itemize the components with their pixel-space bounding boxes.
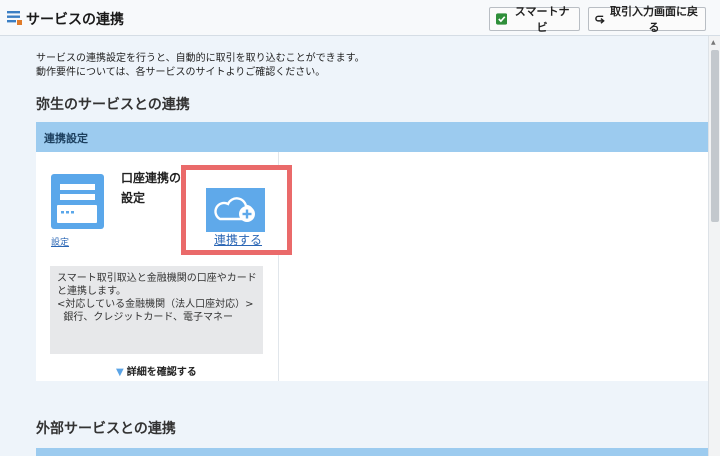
back-to-entry-button[interactable]: 取引入力画面に戻る (588, 5, 706, 34)
bank-card-icon (51, 174, 104, 229)
smart-navi-label: スマートナビ (514, 5, 570, 34)
detail-link[interactable]: ▼ 詳細を確認する (116, 363, 197, 378)
connect-link[interactable]: 連携する (214, 231, 262, 248)
scrollbar[interactable]: ▲ (708, 36, 720, 456)
app-list-icon (7, 11, 22, 25)
cloud-plus-icon[interactable] (206, 188, 265, 232)
triangle-down-icon: ▼ (116, 367, 124, 378)
smart-navi-button[interactable]: スマートナビ (489, 5, 580, 34)
panel-header: 連携設定 (36, 122, 708, 152)
description-line: 銀行、クレジットカード、電子マネー (57, 312, 233, 323)
card-description: スマート取引取込と金融機関の口座やカード と連携します。 <対応している金融機関… (50, 266, 263, 354)
title-bar: サービスの連携 スマートナビ 取引入力画面に戻る (0, 0, 720, 36)
checkmark-icon (496, 13, 508, 25)
external-services-title: 外部サービスとの連携 (36, 421, 176, 437)
description-line: <対応している金融機関（法人口座対応）> (57, 299, 254, 310)
description-line: と連携します。 (57, 286, 126, 297)
panel-header-label: 連携設定 (44, 132, 88, 145)
detail-label: 詳細を確認する (126, 367, 197, 378)
settings-link[interactable]: 設定 (51, 235, 69, 248)
intro-text: サービスの連携設定を行うと、自動的に取引を取り込むことができます。 動作要件につ… (36, 52, 365, 80)
window-title: サービスの連携 (26, 12, 124, 28)
account-link-title: 口座連携の設定 (121, 171, 182, 205)
intro-line-2: 動作要件については、各サービスのサイトよりご確認ください。 (36, 67, 326, 78)
scroll-thumb[interactable] (711, 50, 719, 222)
yayoi-services-title: 弥生のサービスとの連携 (36, 97, 190, 113)
description-line: スマート取引取込と金融機関の口座やカード (57, 273, 257, 284)
external-panel-header (36, 448, 708, 456)
scroll-up-icon[interactable]: ▲ (711, 39, 716, 46)
return-arrow-icon (595, 15, 605, 24)
intro-line-1: サービスの連携設定を行うと、自動的に取引を取り込むことができます。 (36, 53, 365, 64)
back-to-entry-label: 取引入力画面に戻る (610, 5, 698, 34)
